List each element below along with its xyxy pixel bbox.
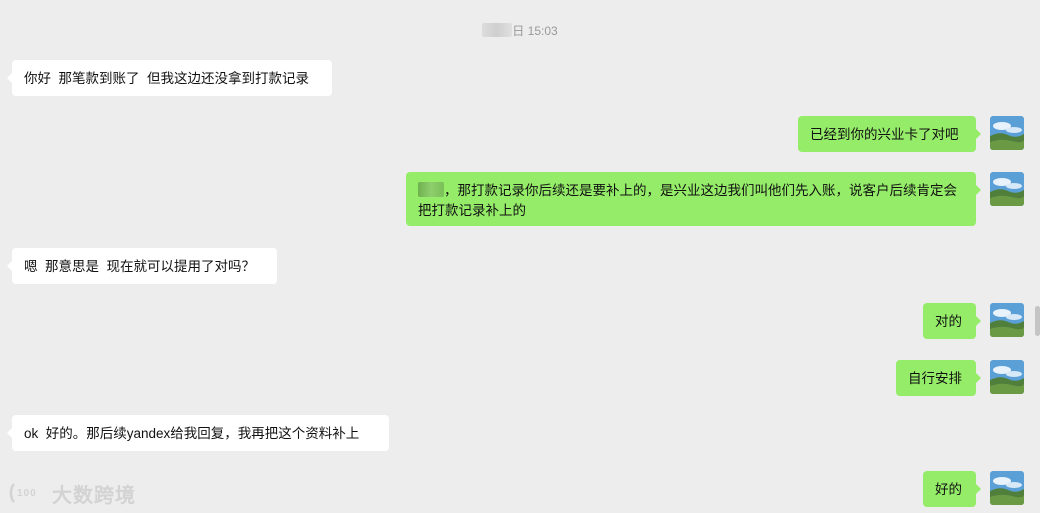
message-bubble-incoming[interactable]: 你好 那笔款到账了 但我这边还没拿到打款记录	[7, 60, 332, 96]
message-text: 好的	[935, 482, 962, 497]
message-bubble-outgoing[interactable]: 自行安排	[896, 360, 981, 396]
landscape-avatar-icon	[990, 471, 1024, 505]
message-text: 对的	[935, 314, 962, 329]
message-text: 你好 那笔款到账了 但我这边还没拿到打款记录	[24, 71, 310, 86]
user-avatar[interactable]	[990, 360, 1024, 394]
message-text: 自行安排	[908, 371, 962, 386]
landscape-avatar-icon	[990, 116, 1024, 150]
user-avatar[interactable]	[990, 471, 1024, 505]
message-bubble-outgoing[interactable]: 好的	[923, 471, 981, 507]
landscape-avatar-icon	[990, 172, 1024, 206]
timestamp-suffix: 日	[512, 24, 525, 38]
message-text: 嗯 那意思是 现在就可以提用了对吗？	[24, 259, 256, 274]
user-avatar[interactable]	[990, 116, 1024, 150]
message-text: ok 好的。那后续yandex给我回复，我再把这个资料补上	[24, 426, 360, 441]
user-avatar[interactable]	[990, 172, 1024, 206]
svg-text:100: 100	[17, 488, 37, 499]
chat-timestamp: 日 15:03	[0, 22, 1040, 39]
message-bubble-outgoing[interactable]: 已经到你的兴业卡了对吧	[798, 116, 981, 152]
scrollbar-thumb[interactable]	[1035, 306, 1040, 336]
redacted-date	[482, 23, 513, 37]
message-bubble-incoming[interactable]: ok 好的。那后续yandex给我回复，我再把这个资料补上	[7, 415, 389, 451]
message-text: 已经到你的兴业卡了对吧	[810, 127, 959, 142]
landscape-avatar-icon	[990, 360, 1024, 394]
timestamp-time: 15:03	[527, 24, 558, 38]
redacted-name	[418, 182, 444, 197]
watermark: 100 大数跨境	[8, 478, 136, 508]
message-bubble-incoming[interactable]: 嗯 那意思是 现在就可以提用了对吗？	[7, 248, 277, 284]
landscape-avatar-icon	[990, 303, 1024, 337]
message-text: ，那打款记录你后续还是要补上的，是兴业这边我们叫他们先入账，说客户后续肯定会把打…	[418, 183, 957, 218]
user-avatar[interactable]	[990, 303, 1024, 337]
message-bubble-outgoing[interactable]: ，那打款记录你后续还是要补上的，是兴业这边我们叫他们先入账，说客户后续肯定会把打…	[406, 172, 981, 226]
watermark-text: 大数跨境	[52, 484, 136, 507]
watermark-logo-icon: 100	[9, 483, 37, 503]
message-bubble-outgoing[interactable]: 对的	[923, 303, 981, 339]
